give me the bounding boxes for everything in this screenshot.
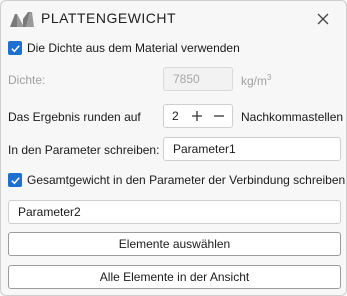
dialog-title: PLATTENGEWICHT <box>41 10 177 26</box>
minus-icon[interactable] <box>208 105 230 127</box>
title-bar[interactable]: PLATTENGEWICHT <box>1 1 346 37</box>
density-input: 7850 <box>163 67 233 91</box>
select-elements-button[interactable]: Elemente auswählen <box>8 232 341 256</box>
use-density-label: Die Dichte aus dem Material verwenden <box>27 41 240 55</box>
density-unit-base: kg/m <box>241 74 268 88</box>
connection-parameter-value: Parameter2 <box>18 205 81 219</box>
density-unit: kg/m3 <box>241 73 271 88</box>
decimals-label: Nachkommastellen <box>241 110 344 124</box>
density-label: Dichte: <box>8 73 46 87</box>
dialog-window: PLATTENGEWICHT Die Dichte aus dem Materi… <box>0 0 347 296</box>
brand-logo-icon <box>10 11 34 27</box>
parameter-input[interactable]: Parameter1 <box>163 137 341 161</box>
rounding-value[interactable]: 2 <box>164 109 186 123</box>
density-value: 7850 <box>173 72 200 86</box>
parameter-value: Parameter1 <box>173 142 236 156</box>
rounding-label: Das Ergebnis runden auf <box>8 110 141 124</box>
total-weight-row: Gesamtgewicht in den Parameter der Verbi… <box>8 173 345 187</box>
checkmark-icon <box>10 176 20 184</box>
all-in-view-button[interactable]: Alle Elemente in der Ansicht <box>8 265 341 289</box>
plus-icon[interactable] <box>186 105 208 127</box>
density-unit-exp: 3 <box>267 73 272 82</box>
rounding-stepper[interactable]: 2 <box>163 104 233 128</box>
close-icon[interactable] <box>314 10 332 28</box>
checkmark-icon <box>10 44 20 52</box>
parameter-label: In den Parameter schreiben: <box>8 143 160 157</box>
connection-parameter-input[interactable]: Parameter2 <box>8 200 341 224</box>
use-density-checkbox[interactable] <box>8 41 22 55</box>
use-density-row: Die Dichte aus dem Material verwenden <box>8 41 240 55</box>
total-weight-label: Gesamtgewicht in den Parameter der Verbi… <box>27 173 346 187</box>
total-weight-checkbox[interactable] <box>8 173 22 187</box>
